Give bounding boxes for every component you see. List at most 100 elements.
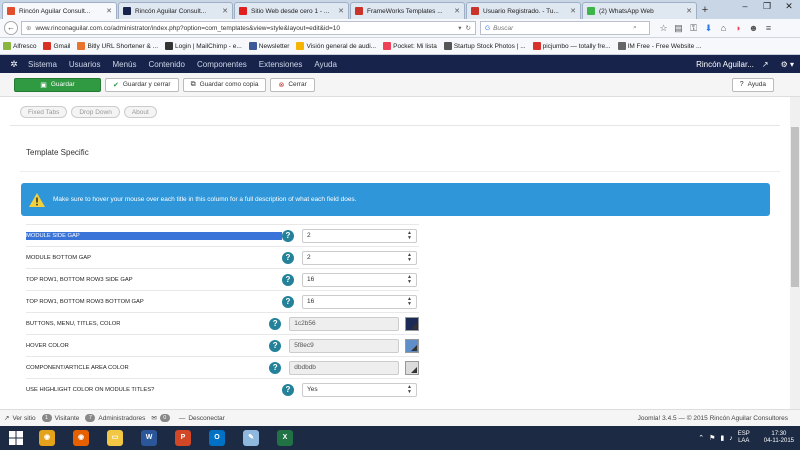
search-input[interactable] (493, 24, 634, 32)
site-name-link[interactable]: Rincón Aguilar... (696, 60, 754, 69)
taskbar-app-explorer[interactable]: ▭ (100, 427, 130, 449)
color-input[interactable]: dbdbdb (289, 360, 399, 375)
url-text[interactable]: www.rinconaguilar.com.co/administrator/i… (35, 25, 454, 32)
taskbar-app-outlook[interactable]: O (202, 427, 232, 449)
taskbar-app-excel[interactable]: X (270, 427, 300, 449)
gear-icon[interactable]: ⚙ ▾ (781, 60, 794, 69)
field-select[interactable]: 2 ▲ ▼ (302, 228, 417, 243)
taskbar-app-chrome[interactable]: ◉ (32, 427, 62, 449)
tab-close-icon[interactable]: ✕ (686, 7, 692, 15)
tab-close-icon[interactable]: ✕ (570, 7, 576, 15)
external-link-icon[interactable]: ↗ (762, 60, 769, 69)
close-button[interactable]: ⊗ Cerrar (270, 77, 315, 92)
help-question-icon[interactable]: ? (282, 273, 294, 286)
chat-icon[interactable]: ☻ (746, 23, 761, 34)
browser-tab[interactable]: (2) WhatsApp Web ✕ (582, 2, 697, 19)
help-question-icon[interactable]: ? (269, 317, 282, 330)
help-question-icon[interactable]: ? (269, 339, 282, 352)
bookmark-item[interactable]: IM Free - Free Website ... (617, 42, 701, 50)
volume-icon[interactable]: ♪ (729, 435, 733, 442)
new-tab-button[interactable]: + (698, 3, 712, 17)
tab-close-icon[interactable]: ✕ (338, 7, 344, 15)
bookmark-item[interactable]: Bitly URL Shortener & ... (77, 42, 158, 50)
taskbar-app-word[interactable]: W (134, 427, 164, 449)
field-select[interactable]: 16 ▲ ▼ (302, 294, 417, 309)
pocket-icon[interactable]: ◗ (731, 23, 746, 34)
flag-icon[interactable]: ⚑ (709, 434, 715, 442)
tab-close-icon[interactable]: ✕ (106, 7, 112, 15)
tab-close-icon[interactable]: ✕ (222, 7, 228, 15)
bookmark-item[interactable]: Newsletter (248, 42, 289, 50)
bookmark-item[interactable]: Login | MailChimp - e... (165, 42, 242, 50)
back-button[interactable]: ← (4, 21, 18, 35)
lock-icon[interactable]: ⚿ (686, 23, 701, 34)
browser-tab[interactable]: Rincón Aguilar Consult... ✕ (118, 2, 233, 19)
search-bar[interactable]: G ⌕ (480, 21, 650, 35)
subtab-item[interactable]: Drop Down (71, 106, 120, 118)
scrollbar-thumb[interactable] (791, 127, 799, 287)
download-icon[interactable]: ⬇ (701, 23, 716, 34)
taskbar-app-firefox[interactable]: ◉ (66, 427, 96, 449)
admin-menu-item[interactable]: Ayuda (314, 60, 337, 69)
help-question-icon[interactable]: ? (282, 251, 294, 264)
help-question-icon[interactable]: ? (282, 295, 294, 308)
save-button[interactable]: ▣ Guardar (14, 77, 101, 92)
help-button[interactable]: ? Ayuda (731, 77, 774, 92)
clock[interactable]: 17:30 04-11-2015 (764, 431, 794, 445)
color-input[interactable]: 1c2b56 (289, 316, 399, 331)
tab-close-icon[interactable]: ✕ (454, 7, 460, 15)
search-engine-icon[interactable]: G (485, 25, 490, 32)
browser-tab[interactable]: Rincón Aguilar Consult... ✕ (2, 2, 117, 19)
admin-menu-item[interactable]: Componentes (197, 60, 247, 69)
messages-indicator[interactable]: ✉ 0 (151, 414, 172, 422)
browser-tab[interactable]: FrameWorks Templates ... ✕ (350, 2, 465, 19)
admin-menu-item[interactable]: Sistema (28, 60, 57, 69)
subtab-item[interactable]: Fixed Tabs (20, 106, 68, 118)
browser-tab[interactable]: Sitio Web desde cero 1 - ... ✕ (234, 2, 349, 19)
color-input[interactable]: 5f8ec9 (289, 338, 399, 353)
help-question-icon[interactable]: ? (282, 383, 294, 396)
address-bar[interactable]: ⊕ www.rinconaguilar.com.co/administrator… (21, 21, 476, 35)
page-scrollbar[interactable] (790, 97, 800, 409)
admin-menu-item[interactable]: Usuarios (69, 60, 101, 69)
admin-menu-item[interactable]: Menús (112, 60, 136, 69)
joomla-logo-icon[interactable]: ✲ (0, 59, 28, 70)
bookmark-item[interactable]: Startup Stock Photos | ... (443, 42, 526, 50)
start-button[interactable] (0, 426, 32, 450)
reload-icon[interactable]: ↻ (466, 24, 471, 32)
color-swatch[interactable] (405, 316, 419, 331)
bookmark-item[interactable]: Visión general de audi... (296, 42, 376, 50)
logout-link[interactable]: — Desconectar (179, 415, 225, 422)
save-close-button[interactable]: ✔ Guardar y cerrar (105, 77, 179, 92)
bookmark-item[interactable]: Pocket: Mi lista (383, 42, 437, 50)
bookmark-item[interactable]: Gmail (43, 42, 70, 50)
field-select[interactable]: Yes ▲ ▼ (302, 382, 417, 397)
star-icon[interactable]: ☆ (656, 23, 671, 34)
home-icon[interactable]: ⌂ (716, 23, 731, 34)
chevron-up-icon[interactable]: ⌃ (698, 434, 704, 442)
reading-list-icon[interactable]: ▤ (671, 23, 686, 34)
dropdown-arrow-icon[interactable]: ▾ (458, 24, 461, 32)
field-select[interactable]: 16 ▲ ▼ (302, 272, 417, 287)
color-swatch[interactable] (405, 338, 419, 353)
maximize-icon[interactable]: ❐ (756, 0, 778, 14)
subtab-item[interactable]: About (123, 106, 157, 118)
bookmark-item[interactable]: Alfresco (3, 42, 36, 50)
bookmark-item[interactable]: picjumbo — totally fre... (532, 42, 611, 50)
help-question-icon[interactable]: ? (269, 361, 282, 374)
field-select[interactable]: 2 ▲ ▼ (302, 250, 417, 265)
search-icon[interactable]: ⌕ (633, 24, 637, 32)
minimize-icon[interactable]: – (734, 0, 756, 14)
menu-icon[interactable]: ≡ (761, 23, 776, 34)
network-icon[interactable]: ▮ (720, 434, 724, 442)
language-indicator[interactable]: ESP LAA (738, 431, 750, 445)
taskbar-app-paint[interactable]: ✎ (236, 427, 266, 449)
browser-tab[interactable]: Usuario Registrado. - Tu... ✕ (466, 2, 581, 19)
view-site-link[interactable]: ↗ Ver sitio (4, 414, 36, 423)
save-copy-button[interactable]: ⧉ Guardar como copia (182, 77, 267, 92)
admin-menu-item[interactable]: Contenido (149, 60, 185, 69)
help-question-icon[interactable]: ? (282, 229, 294, 242)
admin-menu-item[interactable]: Extensiones (259, 60, 303, 69)
color-swatch[interactable] (405, 360, 419, 375)
close-window-icon[interactable]: ✕ (778, 0, 800, 14)
